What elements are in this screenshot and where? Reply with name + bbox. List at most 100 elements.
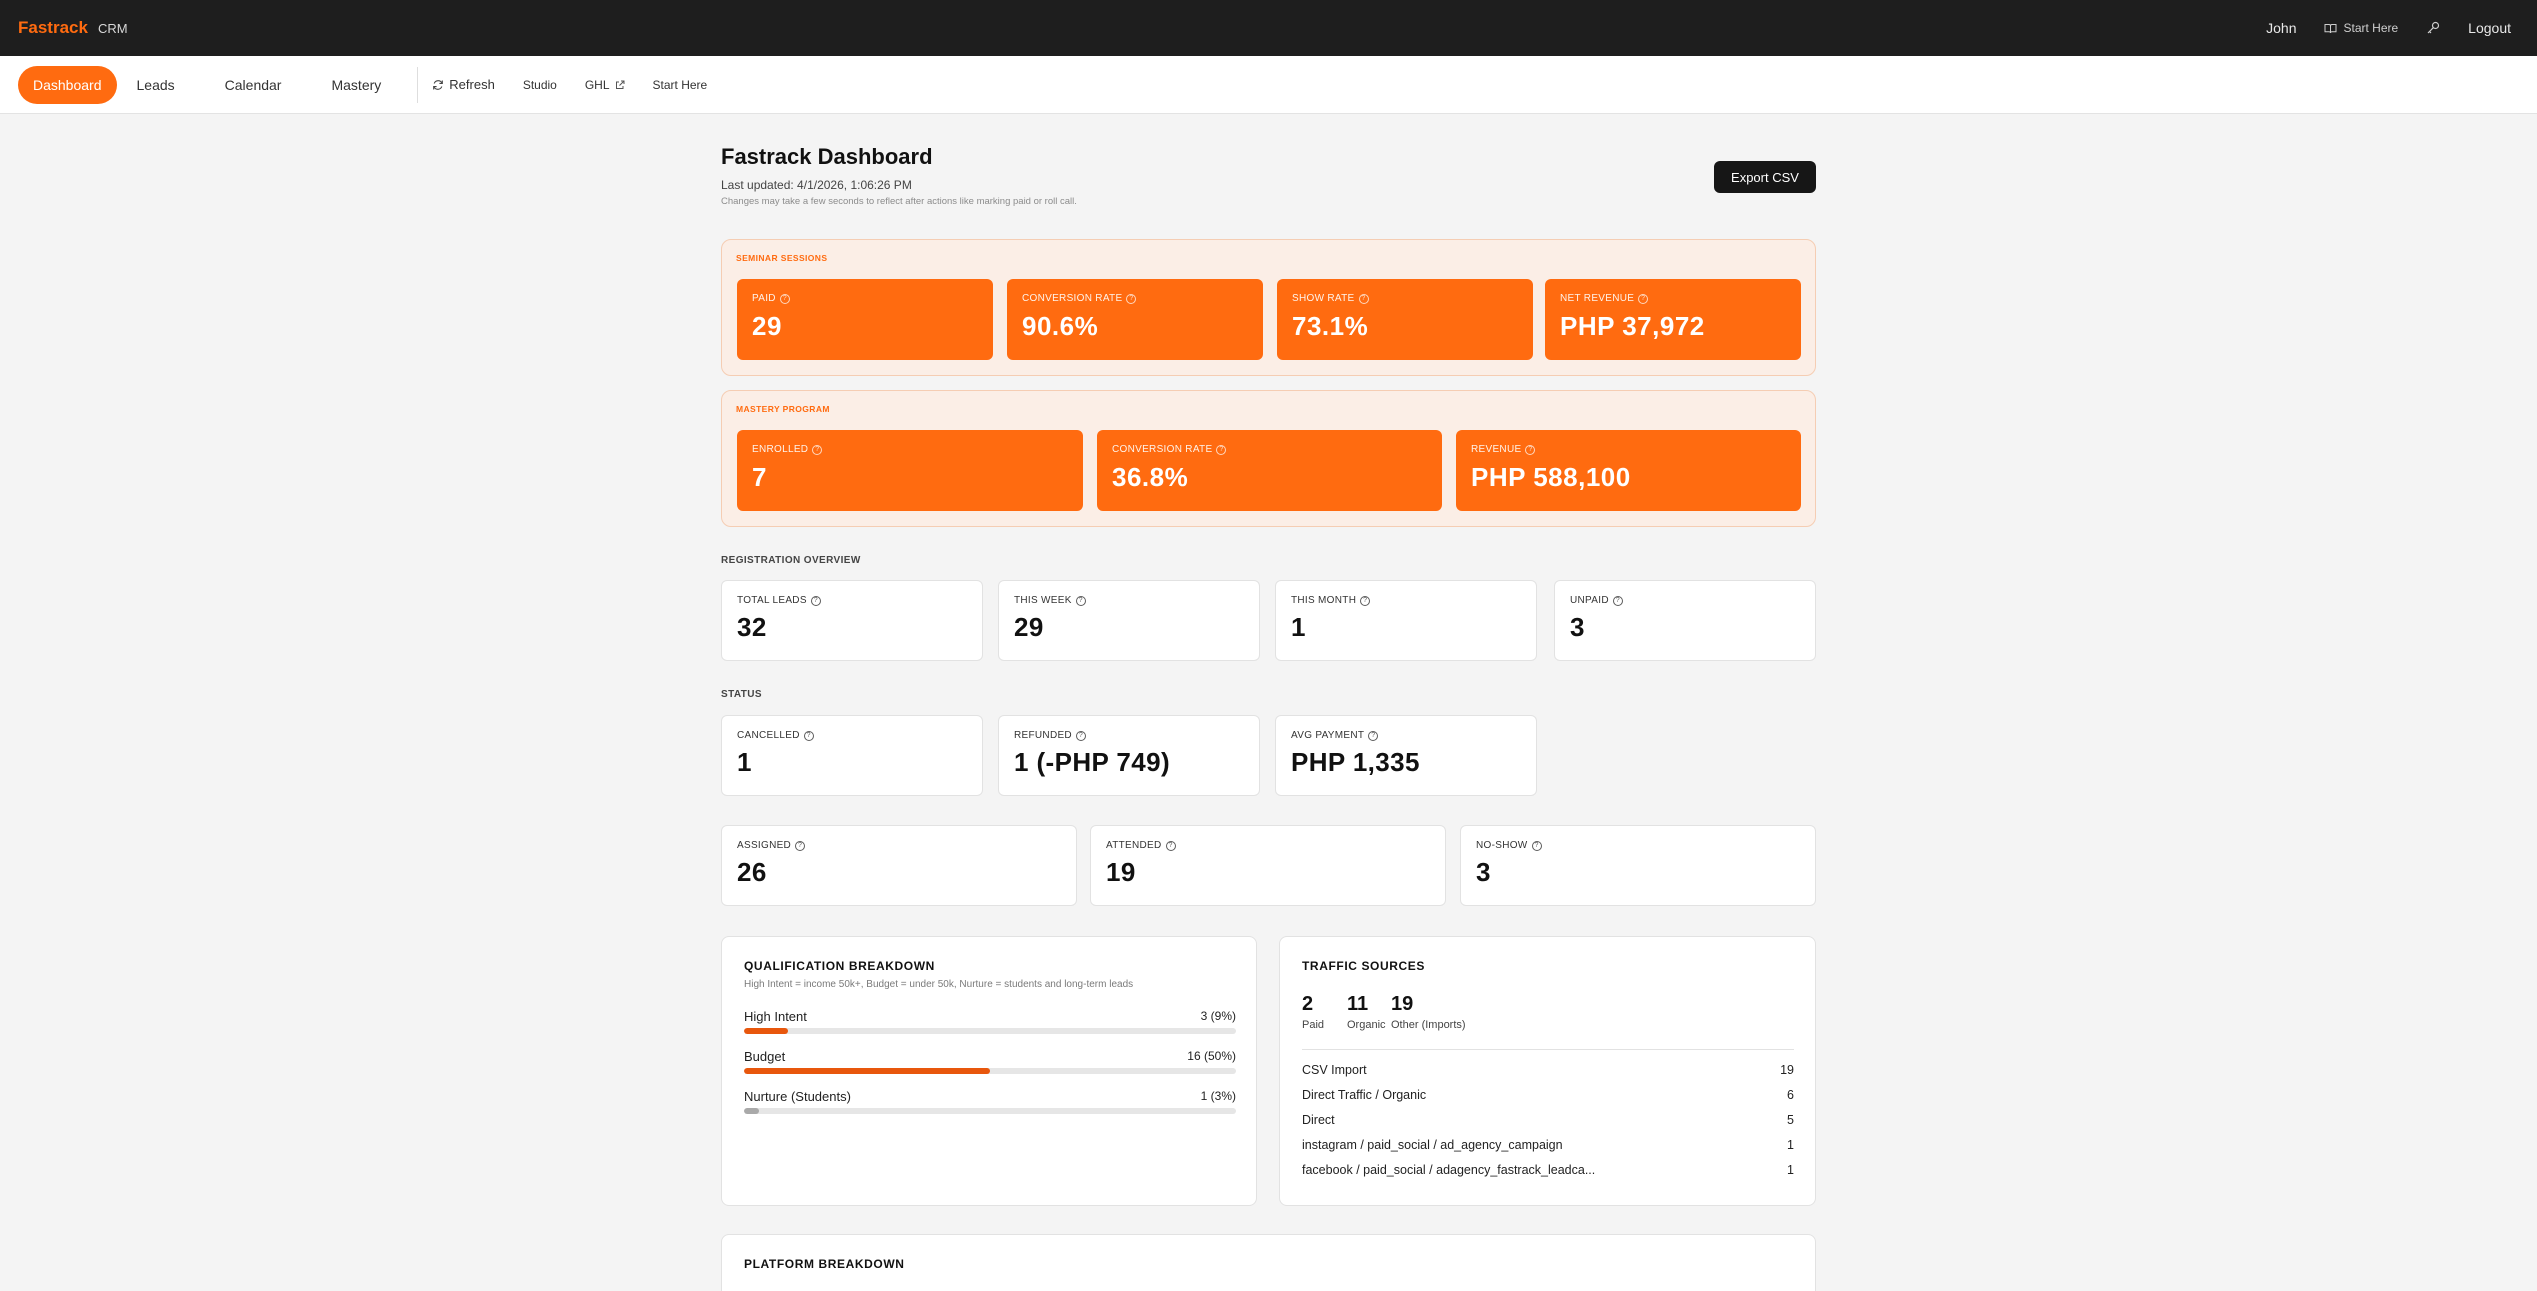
help-icon[interactable]: ? [795,840,806,851]
seminar-sessions-section: SEMINAR SESSIONS PAID? 29 CONVERSION RAT… [721,239,1816,376]
mastery-revenue-card: REVENUE? PHP 588,100 [1456,430,1801,511]
no-show-card: NO-SHOW? 3 [1460,825,1816,906]
nav-calendar[interactable]: Calendar [211,67,296,103]
help-icon[interactable]: ? [1075,730,1086,741]
row-count: 16 (50%) [1187,1049,1236,1063]
source-count: 5 [1787,1113,1794,1127]
start-here-nav-link[interactable]: Start Here [645,70,716,100]
row-count: 3 (9%) [1200,1009,1236,1023]
help-icon[interactable]: ? [1216,444,1227,455]
stat-value: 19 [1391,993,1414,1015]
traffic-stat-other: 19 Other (Imports) [1391,993,1466,1031]
page-title: Fastrack Dashboard [721,144,933,169]
card-label: THIS MONTH [1291,595,1357,606]
nav-leads[interactable]: Leads [123,67,189,103]
help-icon[interactable]: ? [1358,293,1369,304]
card-value: 19 [1106,857,1136,887]
user-name[interactable]: John [2266,20,2296,36]
help-icon[interactable]: ? [1368,730,1379,741]
source-count: 1 [1787,1138,1794,1152]
help-icon[interactable]: ? [779,293,790,304]
registration-overview-heading: REGISTRATION OVERVIEW [721,555,861,566]
ghl-label: GHL [584,77,610,92]
unpaid-card: UNPAID? 3 [1554,580,1816,661]
source-label: CSV Import [1302,1063,1367,1077]
card-label: TOTAL LEADS [737,595,807,606]
help-icon[interactable]: ? [1638,293,1649,304]
help-icon[interactable]: ? [803,730,814,741]
card-value: PHP 1,335 [1291,747,1420,777]
card-label: PAID [752,293,776,304]
help-icon[interactable]: ? [1165,840,1176,851]
stat-value: 2 [1302,993,1314,1015]
row-name: Budget [744,1049,786,1064]
status-heading: STATUS [721,689,762,700]
assigned-card: ASSIGNED? 26 [721,825,1077,906]
refresh-button[interactable]: Refresh [424,69,503,100]
nav-dashboard[interactable]: Dashboard [18,65,117,104]
card-label: ENROLLED [752,444,809,455]
help-icon[interactable]: ? [812,444,823,455]
this-week-card: THIS WEEK? 29 [998,580,1260,661]
progress-track [744,1108,1236,1114]
row-name: High Intent [744,1009,807,1024]
help-icon[interactable]: ? [1360,595,1371,606]
help-icon[interactable]: ? [1126,293,1137,304]
card-value: PHP 588,100 [1471,462,1631,492]
progress-fill [744,1028,789,1034]
progress-fill [744,1108,759,1114]
book-icon [2324,23,2337,33]
studio-link[interactable]: Studio [515,70,565,100]
paid-card: PAID? 29 [737,279,993,360]
source-label: facebook / paid_social / adagency_fastra… [1302,1163,1596,1177]
card-value: 3 [1570,612,1585,642]
brand-logo[interactable]: Fastrack [18,18,88,38]
card-label: AVG PAYMENT [1291,730,1365,741]
source-count: 19 [1780,1063,1794,1077]
top-bar-actions: John Start Here Logout [2266,0,2511,56]
logout-button[interactable]: Logout [2468,20,2511,36]
ghl-link[interactable]: GHL [577,70,633,100]
card-label: CONVERSION RATE [1112,444,1213,455]
help-icon[interactable]: ? [1075,595,1086,606]
card-label: CANCELLED [737,730,800,741]
net-revenue-card: NET REVENUE? PHP 37,972 [1545,279,1801,360]
help-icon[interactable]: ? [1525,444,1536,455]
nav-divider [417,66,419,103]
card-value: 29 [752,311,782,341]
card-value: 90.6% [1022,311,1099,341]
key-icon[interactable] [2426,21,2440,35]
conversion-rate-card: CONVERSION RATE? 90.6% [1007,279,1263,360]
nav-mastery[interactable]: Mastery [317,67,395,103]
this-month-card: THIS MONTH? 1 [1275,580,1537,661]
card-label: REVENUE [1471,444,1522,455]
avg-payment-card: AVG PAYMENT? PHP 1,335 [1275,715,1537,796]
card-value: 1 [737,747,752,777]
total-leads-card: TOTAL LEADS? 32 [721,580,983,661]
source-count: 1 [1787,1163,1794,1177]
card-value: 1 (-PHP 749) [1014,747,1171,777]
export-csv-button[interactable]: Export CSV [1714,161,1816,193]
help-icon[interactable]: ? [810,595,821,606]
nav-bar: Dashboard Leads Calendar Mastery Refresh… [0,56,2537,114]
help-icon[interactable]: ? [1612,595,1623,606]
source-label: Direct [1302,1113,1335,1127]
top-bar: Fastrack CRM John Start Here Logout [0,0,2537,56]
panel-title: PLATFORM BREAKDOWN [744,1257,905,1271]
card-label: CONVERSION RATE [1022,293,1123,304]
traffic-stat-paid: 2 Paid [1302,993,1324,1031]
row-name: Nurture (Students) [744,1089,851,1104]
card-value: 7 [752,462,767,492]
start-here-link[interactable]: Start Here [2324,21,2398,35]
mastery-program-section: MASTERY PROGRAM ENROLLED? 7 CONVERSION R… [721,390,1816,527]
help-icon[interactable]: ? [1531,840,1542,851]
start-here-label: Start Here [2343,21,2399,35]
update-note: Changes may take a few seconds to reflec… [721,196,1077,207]
refresh-label: Refresh [449,77,495,92]
cancelled-card: CANCELLED? 1 [721,715,983,796]
section-label: SEMINAR SESSIONS [736,253,828,263]
card-value: 32 [737,612,767,642]
panel-title: QUALIFICATION BREAKDOWN [744,959,935,973]
attended-card: ATTENDED? 19 [1090,825,1446,906]
card-value: 73.1% [1292,311,1369,341]
